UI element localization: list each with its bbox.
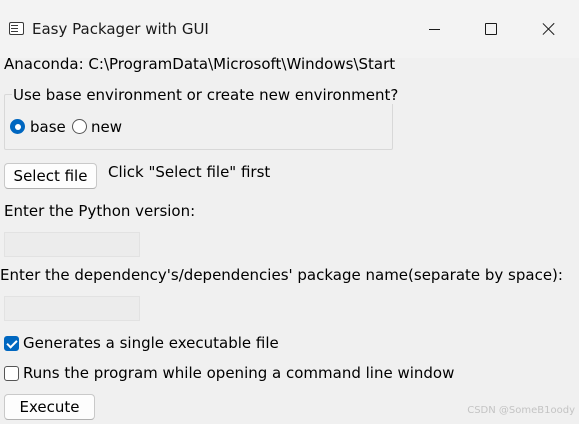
close-icon [542,22,556,36]
radio-base[interactable] [10,119,25,134]
environment-group-title: Use base environment or create new envir… [12,86,400,104]
close-button[interactable] [520,0,578,58]
console-window-label[interactable]: Runs the program while opening a command… [23,364,454,382]
minimize-button[interactable] [405,0,463,58]
title-bar[interactable]: Easy Packager with GUI [0,0,579,58]
execute-button[interactable]: Execute [4,394,95,420]
watermark: CSDN @SomeB1oody [467,405,575,416]
maximize-icon [485,23,497,35]
window-title: Easy Packager with GUI [32,20,209,38]
radio-new[interactable] [72,119,87,134]
select-file-button[interactable]: Select file [4,163,97,189]
dependencies-input[interactable] [4,296,140,321]
radio-base-label[interactable]: base [30,118,66,136]
anaconda-path-label: Anaconda: C:\ProgramData\Microsoft\Windo… [4,55,396,73]
app-window-icon [9,22,24,35]
single-file-checkbox[interactable] [4,336,19,351]
maximize-button[interactable] [462,0,520,58]
single-file-label[interactable]: Generates a single executable file [23,334,279,352]
python-version-label: Enter the Python version: [4,202,196,220]
main-window: Easy Packager with GUI Anaconda: C:\Prog… [0,0,579,424]
python-version-input[interactable] [4,232,140,257]
select-file-hint: Click "Select file" first [108,163,271,181]
minimize-icon [428,28,440,30]
dependencies-label: Enter the dependency's/dependencies' pac… [0,266,563,284]
radio-new-label[interactable]: new [91,118,122,136]
console-window-checkbox[interactable] [4,366,19,381]
